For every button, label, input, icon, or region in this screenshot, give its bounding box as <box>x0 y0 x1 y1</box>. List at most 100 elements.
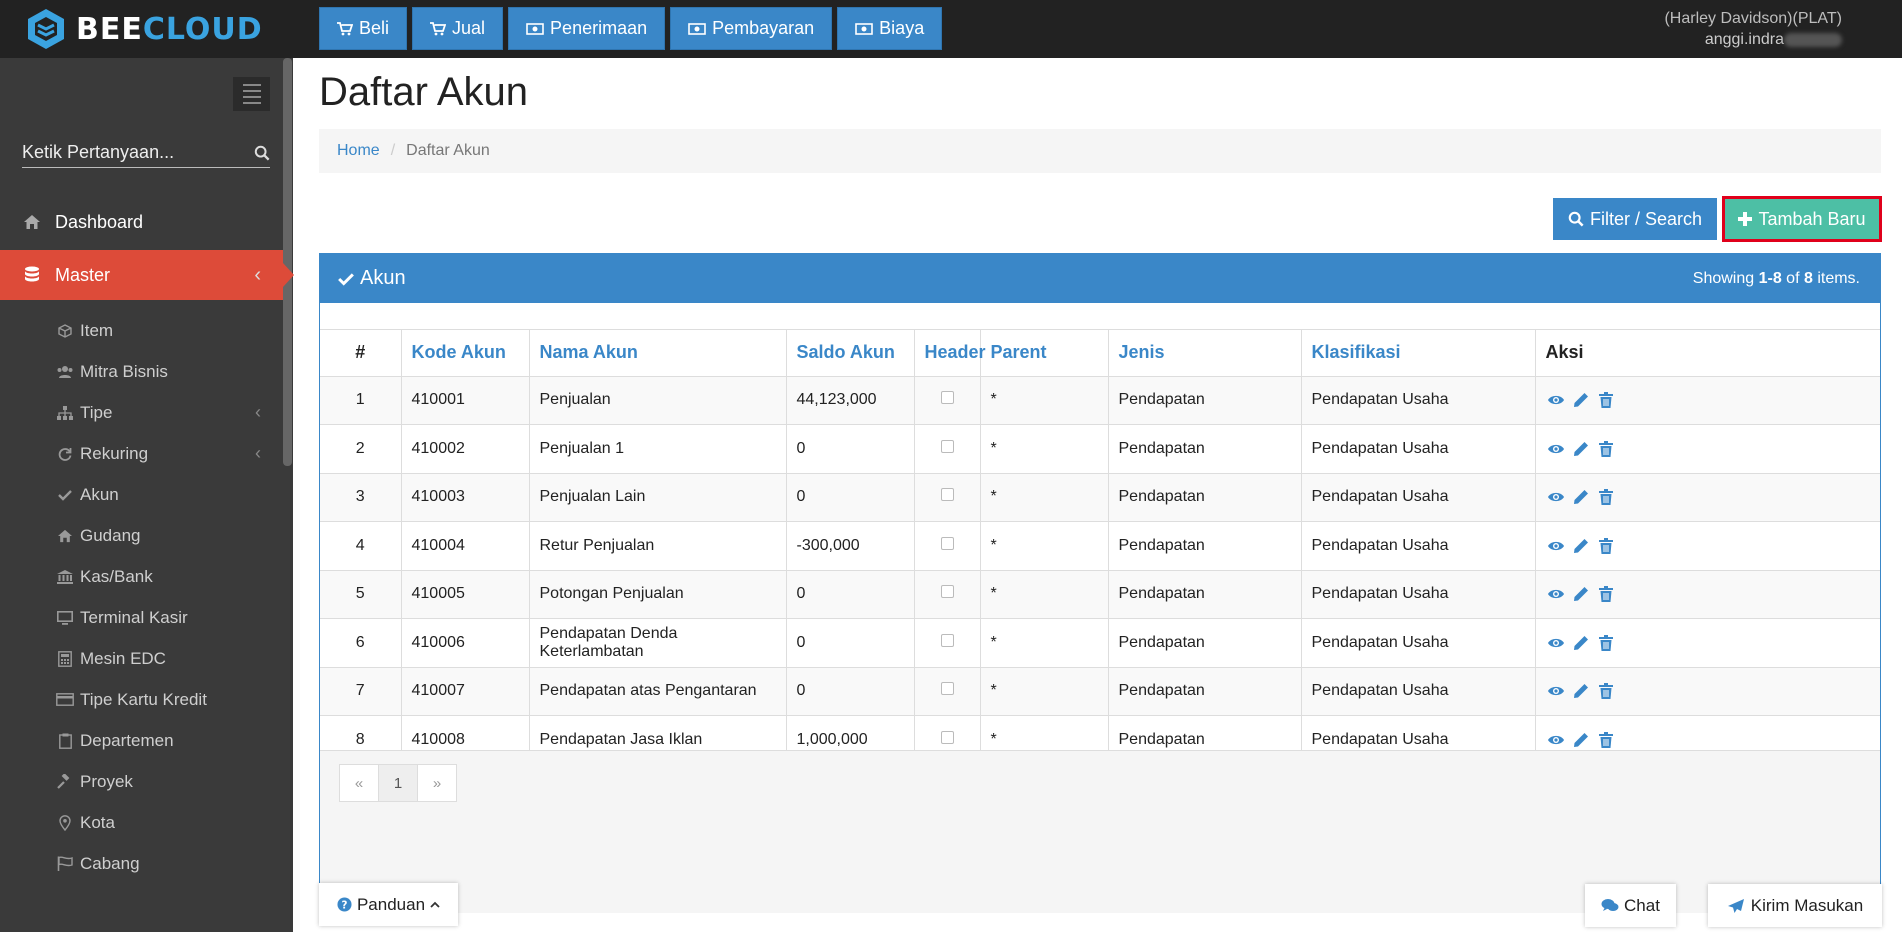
chat-button[interactable]: Chat <box>1585 884 1676 927</box>
home-icon <box>56 527 74 545</box>
edit-icon[interactable] <box>1571 584 1591 604</box>
column-header-saldo-akun[interactable]: Saldo Akun <box>786 330 915 377</box>
sitemap-icon <box>56 404 74 422</box>
panel-title: Akun <box>360 267 406 289</box>
beli-button[interactable]: Beli <box>319 7 408 50</box>
user-menu[interactable]: (Harley Davidson)(PLAT) anggi.indra <box>1664 8 1842 50</box>
map-marker-icon <box>56 814 74 832</box>
cell-parent: * <box>980 473 1109 522</box>
search-icon[interactable] <box>254 144 270 162</box>
cube-icon <box>56 322 74 340</box>
table-row: 2 410002 Penjualan 1 0 * Pendapatan Pend… <box>320 424 1880 474</box>
delete-icon[interactable] <box>1596 439 1616 459</box>
pagination-next[interactable]: » <box>417 764 457 802</box>
beecloud-logo[interactable]: BEECLOUD <box>26 8 263 50</box>
sidebar-item-rekuring[interactable]: Rekuring ‹ <box>0 433 283 474</box>
sidebar-item-akun[interactable]: Akun <box>0 474 283 515</box>
cell-jenis: Pendapatan <box>1108 473 1302 522</box>
sidebar-item-kas-bank[interactable]: Kas/Bank <box>0 556 283 597</box>
column-header-kode-akun[interactable]: Kode Akun <box>401 330 530 377</box>
view-icon[interactable] <box>1546 390 1566 410</box>
panduan-button[interactable]: ? Panduan <box>319 883 458 926</box>
view-icon[interactable] <box>1546 633 1566 653</box>
cell-kode-akun: 410005 <box>401 570 530 619</box>
pagination-page[interactable]: 1 <box>378 764 418 802</box>
edit-icon[interactable] <box>1571 439 1591 459</box>
edit-icon[interactable] <box>1571 487 1591 507</box>
penerimaan-button[interactable]: Penerimaan <box>508 7 666 50</box>
breadcrumb: Home / Daftar Akun <box>319 129 1881 173</box>
sidebar-item-departemen[interactable]: Departemen <box>0 720 283 761</box>
delete-icon[interactable] <box>1596 536 1616 556</box>
gavel-icon <box>56 773 74 791</box>
header-checkbox[interactable] <box>940 488 954 502</box>
sidebar-item-master[interactable]: Master ‹ <box>0 250 294 300</box>
breadcrumb-home-link[interactable]: Home <box>337 142 380 160</box>
biaya-button[interactable]: Biaya <box>837 7 943 50</box>
sidebar: Dashboard Master ‹ Item Mitra Bisnis Tip… <box>0 58 294 932</box>
view-icon[interactable] <box>1546 487 1566 507</box>
cell-klasifikasi: Pendapatan Usaha <box>1301 521 1536 571</box>
delete-icon[interactable] <box>1596 390 1616 410</box>
sidebar-item-gudang[interactable]: Gudang <box>0 515 283 556</box>
view-icon[interactable] <box>1546 681 1566 701</box>
header-checkbox[interactable] <box>940 391 954 405</box>
cell-aksi <box>1535 521 1880 571</box>
sidebar-item-tipe-kartu-kredit[interactable]: Tipe Kartu Kredit <box>0 679 283 720</box>
cell-aksi <box>1535 424 1880 474</box>
edit-icon[interactable] <box>1571 390 1591 410</box>
money-icon <box>688 22 706 35</box>
pembayaran-button[interactable]: Pembayaran <box>670 7 833 50</box>
column-header-parent[interactable]: Parent <box>980 330 1109 377</box>
cell-jenis: Pendapatan <box>1108 521 1302 571</box>
column-header-klasifikasi[interactable]: Klasifikasi <box>1301 330 1536 377</box>
cell-kode-akun: 410001 <box>401 376 530 425</box>
cell-header <box>914 570 981 619</box>
delete-icon[interactable] <box>1596 681 1616 701</box>
sidebar-item-proyek[interactable]: Proyek <box>0 761 283 802</box>
sidebar-item-tipe[interactable]: Tipe ‹ <box>0 392 283 433</box>
tambah-baru-button[interactable]: Tambah Baru <box>1722 196 1882 242</box>
sidebar-item-mitra-bisnis[interactable]: Mitra Bisnis <box>0 351 283 392</box>
sidebar-item-terminal-kasir[interactable]: Terminal Kasir <box>0 597 283 638</box>
filter-search-button[interactable]: Filter / Search <box>1553 198 1717 240</box>
cell-saldo-akun: 0 <box>786 473 915 522</box>
header-checkbox[interactable] <box>940 633 954 647</box>
logo-text: BEECLOUD <box>76 11 263 47</box>
cell-aksi <box>1535 473 1880 522</box>
view-icon[interactable] <box>1546 584 1566 604</box>
sidebar-item-mesin-edc[interactable]: Mesin EDC <box>0 638 283 679</box>
clipboard-icon <box>56 732 74 750</box>
kirim-masukan-button[interactable]: Kirim Masukan <box>1708 884 1882 927</box>
cell-parent: * <box>980 521 1109 571</box>
sidebar-search <box>22 138 270 168</box>
view-icon[interactable] <box>1546 439 1566 459</box>
header-checkbox[interactable] <box>940 536 954 550</box>
sidebar-item-cabang[interactable]: Cabang <box>0 843 283 884</box>
delete-icon[interactable] <box>1596 584 1616 604</box>
table-footer-spacer <box>320 724 1880 751</box>
header-checkbox[interactable] <box>940 585 954 599</box>
delete-icon[interactable] <box>1596 487 1616 507</box>
sidebar-item-item[interactable]: Item <box>0 310 283 351</box>
column-header-header[interactable]: Header <box>914 330 986 377</box>
cell-nama-akun: Penjualan Lain <box>529 473 787 522</box>
sidebar-item-kota[interactable]: Kota <box>0 802 283 843</box>
view-icon[interactable] <box>1546 536 1566 556</box>
sidebar-toggle-button[interactable] <box>233 77 270 111</box>
pagination-prev[interactable]: « <box>339 764 379 802</box>
edit-icon[interactable] <box>1571 536 1591 556</box>
edit-icon[interactable] <box>1571 633 1591 653</box>
header-checkbox[interactable] <box>940 439 954 453</box>
sidebar-search-input[interactable] <box>22 142 254 163</box>
column-header-jenis[interactable]: Jenis <box>1108 330 1302 377</box>
column-header-nama-akun[interactable]: Nama Akun <box>529 330 787 377</box>
sidebar-scrollbar[interactable] <box>283 58 292 466</box>
cart-icon <box>430 21 447 35</box>
edit-icon[interactable] <box>1571 681 1591 701</box>
header-checkbox[interactable] <box>940 682 954 696</box>
sidebar-item-dashboard[interactable]: Dashboard <box>0 198 283 246</box>
delete-icon[interactable] <box>1596 633 1616 653</box>
jual-button[interactable]: Jual <box>412 7 504 50</box>
cell-nama-akun: Potongan Penjualan <box>529 570 787 619</box>
